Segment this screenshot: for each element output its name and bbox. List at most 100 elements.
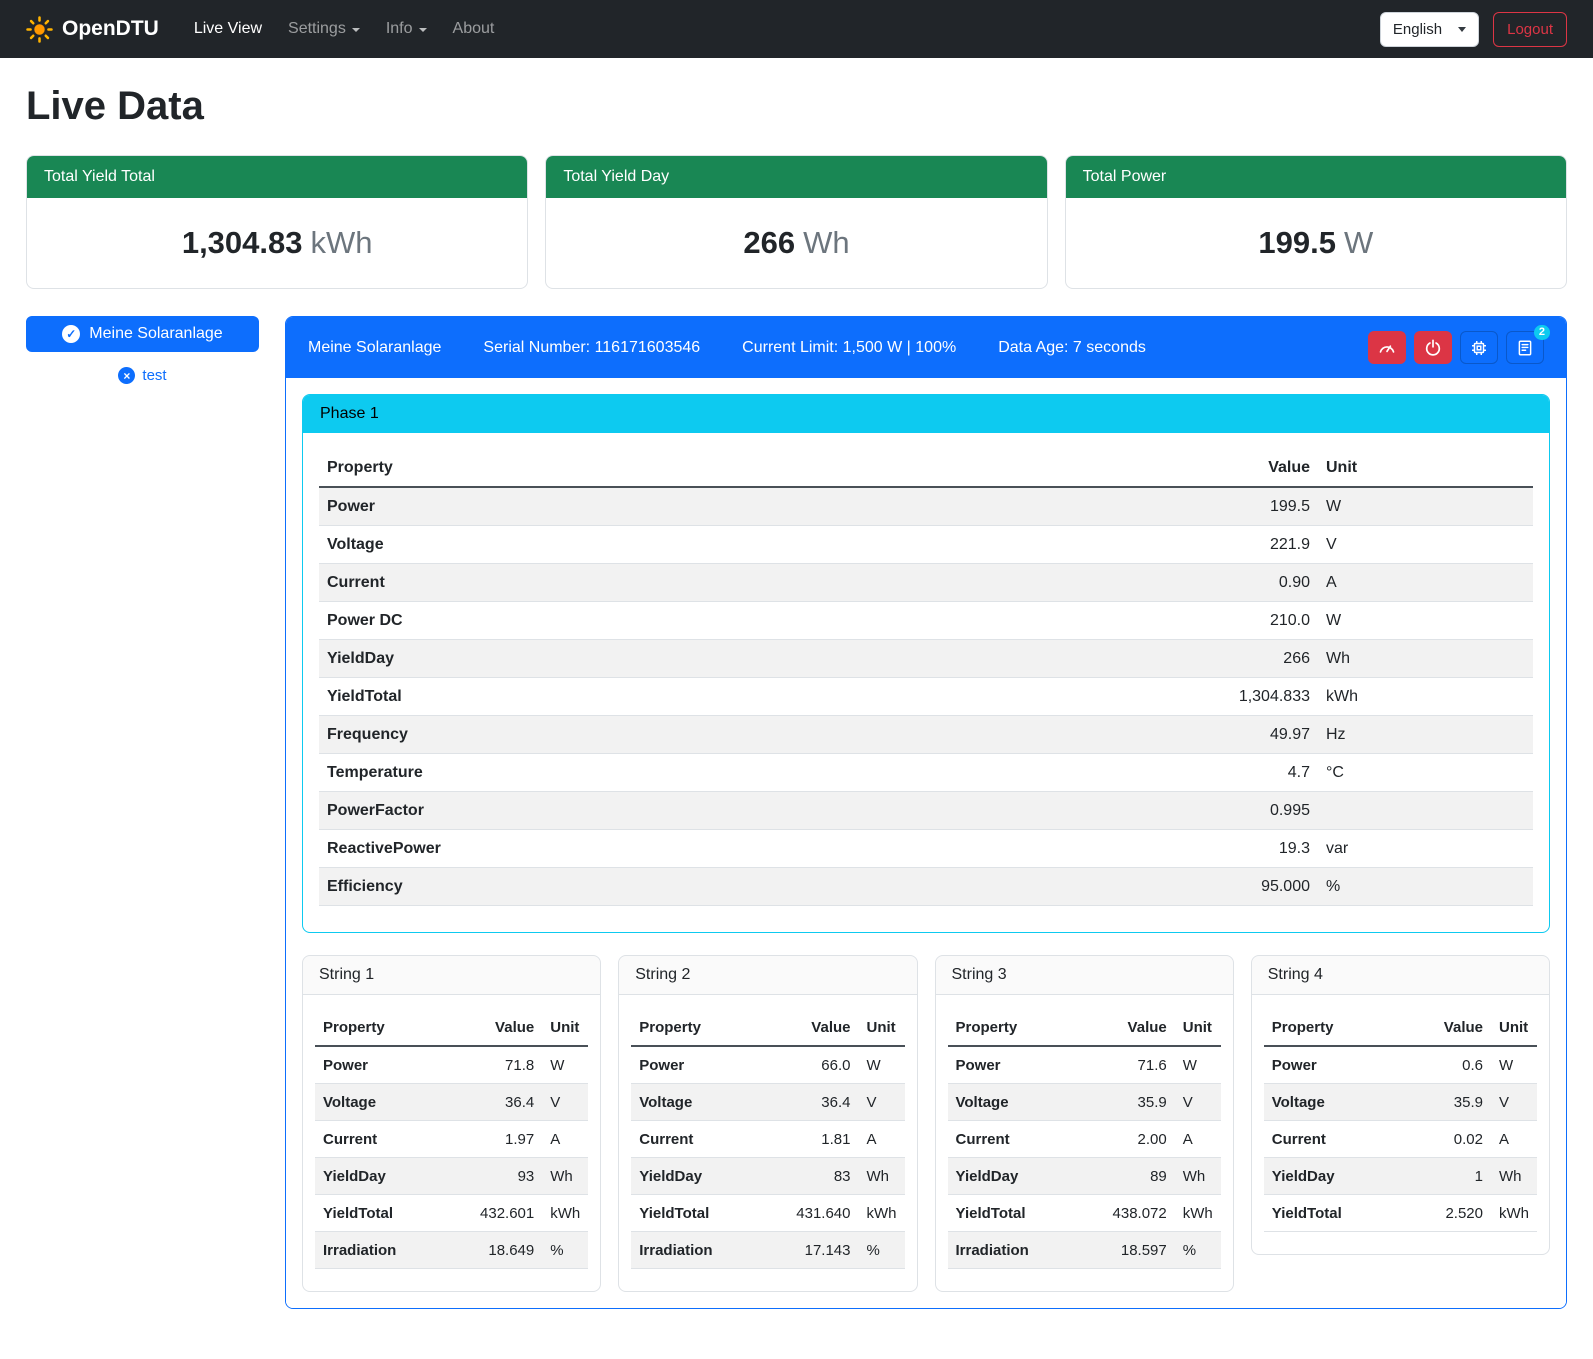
row-value: 83	[781, 1158, 859, 1195]
row-value: 210.0	[1183, 602, 1318, 640]
nav-item-settings[interactable]: Settings	[275, 11, 373, 47]
row-value: 2.520	[1413, 1195, 1491, 1232]
table-row: Current0.90A	[319, 564, 1533, 602]
row-unit: °C	[1318, 754, 1533, 792]
summary-card-body: 266Wh	[546, 198, 1046, 288]
row-unit: kWh	[859, 1195, 905, 1232]
row-property: Current	[631, 1121, 780, 1158]
inverter-header: Meine Solaranlage Serial Number: 1161716…	[286, 317, 1566, 378]
summary-card-body: 1,304.83kWh	[27, 198, 527, 288]
row-unit: W	[1175, 1046, 1221, 1084]
power-icon	[1424, 339, 1442, 357]
row-property: YieldTotal	[315, 1195, 464, 1232]
inverter-actions: 2	[1368, 331, 1544, 364]
row-value: 4.7	[1183, 754, 1318, 792]
table-row: Power0.6W	[1264, 1046, 1537, 1084]
string-table: Property Value Unit Power71.6WVoltage35.…	[948, 1009, 1221, 1269]
table-header-row: Property Value Unit	[319, 449, 1533, 487]
limit-settings-button[interactable]	[1368, 331, 1406, 364]
logout-button[interactable]: Logout	[1493, 12, 1567, 47]
inverter-select-button[interactable]: ✓ Meine Solaranlage	[26, 316, 259, 352]
inverter-item-test[interactable]: × test	[26, 367, 259, 384]
table-row: YieldDay266Wh	[319, 640, 1533, 678]
row-value: 36.4	[464, 1084, 542, 1121]
row-property: PowerFactor	[319, 792, 1183, 830]
table-row: Voltage35.9V	[1264, 1084, 1537, 1121]
string-table: Property Value Unit Power71.8WVoltage36.…	[315, 1009, 588, 1269]
string-body: Property Value Unit Power71.6WVoltage35.…	[936, 995, 1233, 1291]
row-unit: W	[1318, 487, 1533, 526]
row-property: Voltage	[319, 526, 1183, 564]
row-value: 18.597	[1097, 1232, 1175, 1269]
summary-card-value: 266	[743, 225, 795, 260]
summary-card-value: 199.5	[1258, 225, 1336, 260]
row-unit: Wh	[1318, 640, 1533, 678]
row-property: YieldDay	[631, 1158, 780, 1195]
row-value: 0.02	[1413, 1121, 1491, 1158]
table-row: Irradiation18.649%	[315, 1232, 588, 1269]
column-unit: Unit	[542, 1009, 588, 1046]
brand-label: OpenDTU	[62, 17, 159, 41]
row-property: YieldTotal	[1264, 1195, 1413, 1232]
event-log-button[interactable]: 2	[1506, 331, 1544, 364]
table-row: Power71.8W	[315, 1046, 588, 1084]
row-value: 432.601	[464, 1195, 542, 1232]
phase-card: Phase 1 Property Value Unit Power199.5WV…	[302, 394, 1550, 933]
row-unit	[1318, 792, 1533, 830]
row-unit: var	[1318, 830, 1533, 868]
row-property: Efficiency	[319, 868, 1183, 906]
table-row: Voltage221.9V	[319, 526, 1533, 564]
row-property: YieldTotal	[631, 1195, 780, 1232]
row-unit: kWh	[1318, 678, 1533, 716]
row-property: Irradiation	[948, 1232, 1097, 1269]
table-header-row: Property Value Unit	[631, 1009, 904, 1046]
row-value: 0.90	[1183, 564, 1318, 602]
row-property: YieldTotal	[319, 678, 1183, 716]
string-title: String 4	[1252, 956, 1549, 995]
row-unit: Wh	[1175, 1158, 1221, 1195]
row-value: 1.97	[464, 1121, 542, 1158]
row-value: 17.143	[781, 1232, 859, 1269]
row-unit: A	[1175, 1121, 1221, 1158]
device-info-button[interactable]	[1460, 331, 1498, 364]
column-value: Value	[781, 1009, 859, 1046]
nav-item-about[interactable]: About	[440, 11, 508, 47]
string-table: Property Value Unit Power0.6WVoltage35.9…	[1264, 1009, 1537, 1232]
row-value: 66.0	[781, 1046, 859, 1084]
row-value: 19.3	[1183, 830, 1318, 868]
row-unit: Wh	[1491, 1158, 1537, 1195]
table-row: Current2.00A	[948, 1121, 1221, 1158]
language-select[interactable]: English	[1380, 12, 1479, 47]
table-header-row: Property Value Unit	[315, 1009, 588, 1046]
table-row: Voltage36.4V	[315, 1084, 588, 1121]
row-value: 71.6	[1097, 1046, 1175, 1084]
table-row: Current1.81A	[631, 1121, 904, 1158]
data-age: Data Age: 7 seconds	[998, 339, 1146, 357]
row-unit: A	[1318, 564, 1533, 602]
inverter-name: Meine Solaranlage	[308, 339, 441, 357]
table-row: ReactivePower19.3var	[319, 830, 1533, 868]
column-property: Property	[631, 1009, 780, 1046]
navbar-right: English Logout	[1380, 12, 1567, 47]
summary-card-total-power: Total Power 199.5W	[1065, 155, 1567, 289]
column-property: Property	[319, 449, 1183, 487]
table-row: Temperature4.7°C	[319, 754, 1533, 792]
nav-item-live-view[interactable]: Live View	[181, 11, 275, 47]
row-value: 1,304.833	[1183, 678, 1318, 716]
brand-link[interactable]: OpenDTU	[26, 16, 159, 43]
summary-card-title: Total Yield Total	[27, 156, 527, 198]
row-value: 36.4	[781, 1084, 859, 1121]
power-button[interactable]	[1414, 331, 1452, 364]
row-value: 1	[1413, 1158, 1491, 1195]
row-property: YieldDay	[319, 640, 1183, 678]
nav-item-info[interactable]: Info	[373, 11, 440, 47]
column-value: Value	[1097, 1009, 1175, 1046]
table-row: Irradiation17.143%	[631, 1232, 904, 1269]
sidebar: ✓ Meine Solaranlage × test	[26, 316, 259, 384]
row-property: Power	[315, 1046, 464, 1084]
table-header-row: Property Value Unit	[1264, 1009, 1537, 1046]
row-unit: A	[542, 1121, 588, 1158]
row-property: Power	[1264, 1046, 1413, 1084]
table-row: YieldTotal438.072kWh	[948, 1195, 1221, 1232]
column-property: Property	[315, 1009, 464, 1046]
